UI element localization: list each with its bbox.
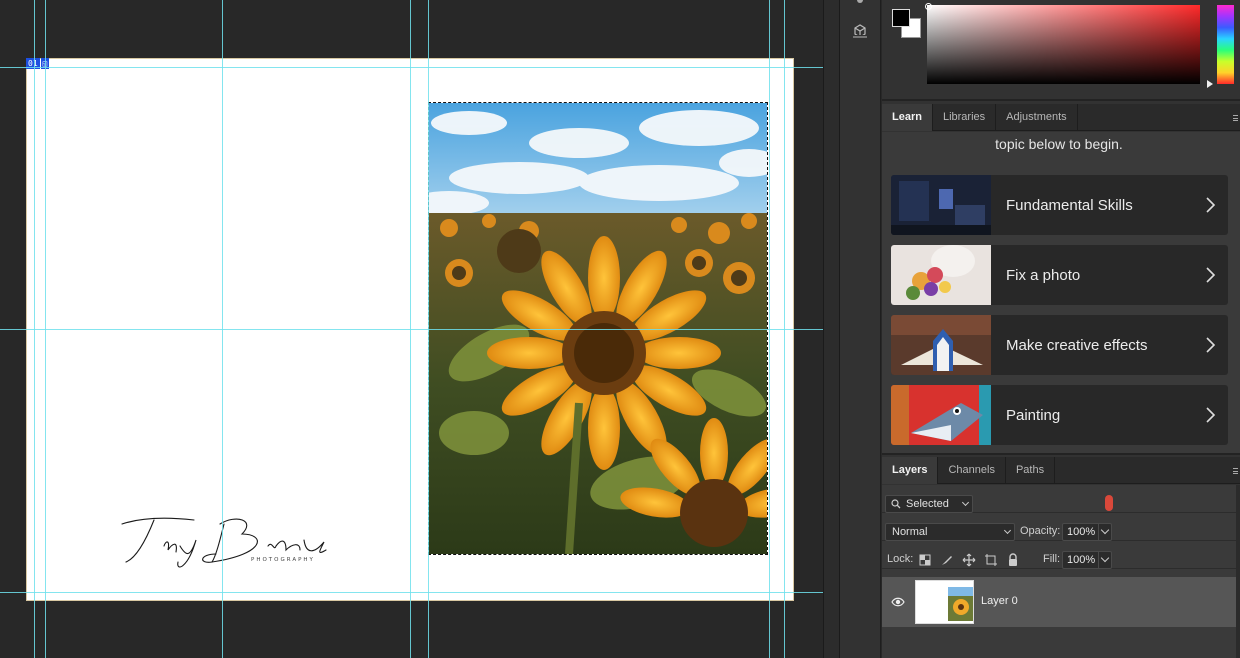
chevron-down-icon bbox=[1003, 526, 1012, 535]
learn-card-painting[interactable]: Painting bbox=[891, 385, 1228, 445]
layer-thumbnail bbox=[915, 580, 974, 624]
tab-channels[interactable]: Channels bbox=[938, 457, 1006, 484]
panel-menu-icon[interactable] bbox=[1233, 115, 1238, 121]
collapsed-panel-strip bbox=[840, 0, 881, 658]
panel-divider[interactable] bbox=[823, 0, 840, 658]
lock-position-icon[interactable] bbox=[962, 553, 976, 567]
lock-label: Lock: bbox=[887, 553, 914, 565]
layer-name: Layer 0 bbox=[981, 595, 1018, 607]
layer-filter-dropdown[interactable]: Selected bbox=[885, 495, 973, 513]
layers-panel-tabs: Layers Channels Paths bbox=[882, 457, 1240, 484]
fish-thumbnail bbox=[891, 385, 991, 445]
hue-slider-arrow[interactable] bbox=[1207, 80, 1213, 88]
chevron-down-icon bbox=[961, 498, 970, 507]
learn-card-title: Fix a photo bbox=[1006, 266, 1081, 284]
color-panel bbox=[882, 0, 1240, 101]
layer-filter-value: Selected bbox=[906, 498, 949, 510]
3d-cube-icon[interactable] bbox=[851, 24, 869, 40]
flowers-thumbnail bbox=[891, 245, 991, 305]
opacity-input[interactable]: 100% bbox=[1062, 523, 1099, 541]
blend-mode-value: Normal bbox=[892, 526, 928, 538]
layer-filter-toggle[interactable] bbox=[1105, 495, 1113, 511]
chevron-right-icon bbox=[1200, 403, 1228, 427]
chevron-right-icon bbox=[1200, 263, 1228, 287]
creative-thumbnail bbox=[891, 315, 991, 375]
lock-image-pixels-icon[interactable] bbox=[940, 553, 954, 567]
layer-row[interactable]: Layer 0 bbox=[882, 577, 1236, 627]
lock-fill-row: Lock: Fill: 100% bbox=[882, 541, 1240, 569]
tab-layers[interactable]: Layers bbox=[882, 457, 939, 484]
color-picker-cursor[interactable] bbox=[925, 3, 932, 10]
learn-panel: topic below to begin. Fundamental Skills bbox=[882, 132, 1240, 455]
lock-transparent-pixels-icon[interactable] bbox=[918, 553, 932, 567]
dark-room-thumbnail bbox=[891, 175, 991, 235]
document-canvas[interactable]: 01 ◱ bbox=[0, 0, 823, 658]
tab-adjustments[interactable]: Adjustments bbox=[996, 104, 1078, 131]
layers-panel: Selected Normal Opacity: 100% Lock: Fill… bbox=[882, 485, 1240, 658]
foreground-color-swatch[interactable] bbox=[892, 9, 910, 27]
tab-libraries[interactable]: Libraries bbox=[933, 104, 997, 131]
blend-mode-dropdown[interactable]: Normal bbox=[885, 523, 1015, 541]
panel-menu-icon[interactable] bbox=[1233, 468, 1238, 474]
opacity-label: Opacity: bbox=[1020, 525, 1061, 537]
layers-scrollbar[interactable] bbox=[1236, 485, 1240, 658]
hue-slider[interactable] bbox=[1217, 5, 1234, 84]
search-icon bbox=[891, 499, 901, 509]
learn-intro-text: topic below to begin. bbox=[995, 136, 1123, 152]
lock-artboard-icon[interactable] bbox=[984, 553, 998, 567]
learn-card-fundamental-skills[interactable]: Fundamental Skills bbox=[891, 175, 1228, 235]
lock-all-icon[interactable] bbox=[1006, 553, 1020, 567]
learn-card-title: Painting bbox=[1006, 406, 1061, 424]
blend-opacity-row: Normal Opacity: 100% bbox=[882, 513, 1240, 541]
fill-slider-button[interactable] bbox=[1099, 551, 1112, 569]
learn-card-title: Fundamental Skills bbox=[1006, 196, 1133, 214]
color-picker-field[interactable] bbox=[927, 5, 1200, 84]
layer-filter-row: Selected bbox=[882, 485, 1240, 513]
tab-paths[interactable]: Paths bbox=[1006, 457, 1056, 484]
opacity-slider-button[interactable] bbox=[1099, 523, 1112, 541]
chevron-right-icon bbox=[1200, 193, 1228, 217]
guide-horizontal[interactable] bbox=[0, 592, 823, 593]
guide-horizontal[interactable] bbox=[0, 329, 823, 330]
learn-card-creative-effects[interactable]: Make creative effects bbox=[891, 315, 1228, 375]
eye-icon[interactable] bbox=[891, 596, 905, 608]
tab-learn[interactable]: Learn bbox=[882, 104, 933, 131]
learn-panel-tabs: Learn Libraries Adjustments bbox=[882, 104, 1240, 131]
fill-input[interactable]: 100% bbox=[1062, 551, 1099, 569]
learn-card-title: Make creative effects bbox=[1006, 336, 1148, 354]
right-panels: Learn Libraries Adjustments topic below … bbox=[882, 0, 1240, 658]
learn-card-fix-a-photo[interactable]: Fix a photo bbox=[891, 245, 1228, 305]
chevron-right-icon bbox=[1200, 333, 1228, 357]
logo-subtitle: PHOTOGRAPHY bbox=[251, 557, 315, 563]
fill-label: Fill: bbox=[1043, 553, 1061, 565]
guide-horizontal[interactable] bbox=[0, 67, 823, 68]
